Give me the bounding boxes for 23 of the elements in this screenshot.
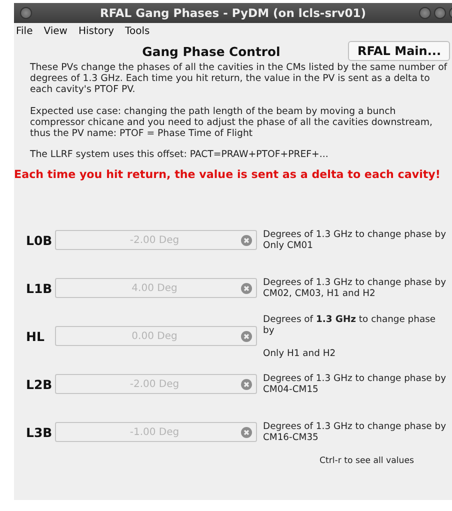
description-text: Degrees of 1.3 GHz to change phase by Only CM01 (263, 229, 448, 252)
row-label: L2B (26, 376, 54, 392)
menu-item[interactable]: History (78, 26, 114, 36)
warning-text: Each time you hit return, the value is sent as a delta to each cavity! (14, 168, 440, 182)
hint-text: Ctrl-r to see all values (319, 456, 414, 466)
row-label: L0B (26, 232, 54, 248)
description-text: Only H1 and H2 (263, 348, 337, 359)
menu-item[interactable]: View (44, 26, 68, 36)
description-paragraph: Expected use case: changing the path length of the beam by moving a bunch compressor chicane and you need to adjust the phase of all the cavities downstream, thus the PV name: PTOF = Phase Time of Flight (30, 106, 434, 140)
description-text: Degrees of 1.3 GHz to change phase by (263, 314, 437, 336)
menu-item[interactable]: File (16, 26, 33, 36)
description-text: Degrees of 1.3 GHz to change phase by CM16-CM35 (263, 421, 448, 444)
row-label: L3B (26, 424, 54, 440)
description-text: Degrees of 1.3 GHz to change phase by CM02, CM03, H1 and H2 (263, 277, 448, 300)
description-paragraph: The LLRF system uses this offset: PACT=PRAW+PTOF+PREF+... (30, 149, 330, 160)
description-paragraph: These PVs change the phases of all the cavities in the CMs listed by the same number of degrees of 1.3 GHz. Each time you hit return, the value in the PV is sent as a delta to each cavity's PTOF PV. (30, 62, 448, 96)
description-text: Degrees of 1.3 GHz to change phase by CM04-CM15 (263, 373, 448, 396)
panel-heading: Gang Phase Control (141, 44, 282, 58)
menu-item[interactable]: Tools (125, 26, 150, 36)
row-label: HL (26, 328, 46, 344)
rfal-main-button[interactable]: RFAL Main... (348, 41, 450, 61)
row-label: L1B (26, 280, 54, 296)
window-title: RFAL Gang Phases - PyDM (on lcls-srv01) (100, 6, 366, 20)
